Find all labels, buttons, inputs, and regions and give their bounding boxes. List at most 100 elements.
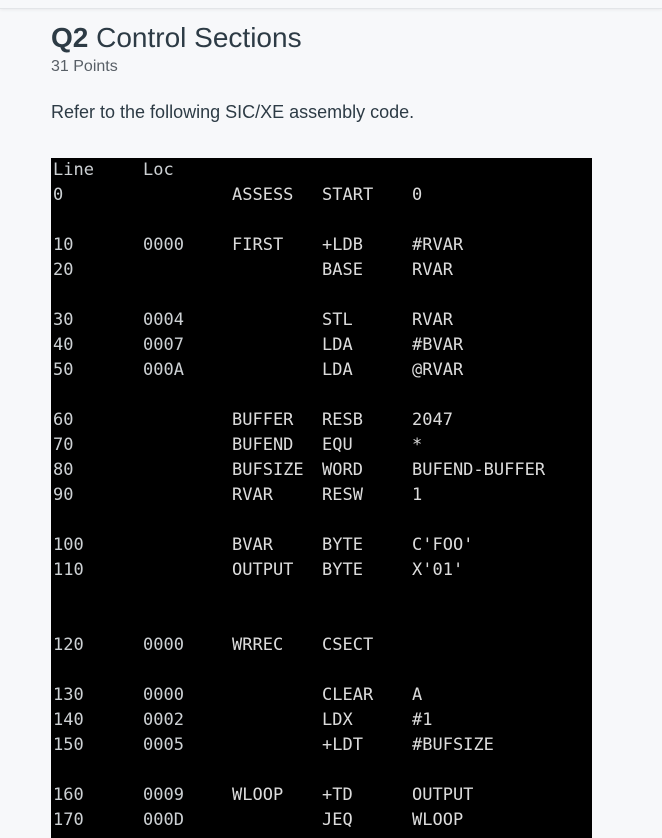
code-operand: BUFEND-BUFFER [412,460,546,480]
code-row: 30 0004 STL RVAR [51,308,592,332]
code-row: 170 000D JEQ WLOOP [51,808,592,832]
code-opcode: WORD [322,460,363,480]
code-line-number: 90 [53,485,74,505]
code-line-number: 10 [53,235,74,255]
code-row: 150 0005 +LDT #BUFSIZE [51,733,592,757]
code-line-number: 70 [53,435,74,455]
code-line-number: 80 [53,460,74,480]
code-loc: 0007 [143,335,184,355]
code-opcode: BASE [322,260,363,280]
loc-column-header: Loc [143,160,174,180]
code-opcode: JEQ [322,810,353,830]
code-loc: 0002 [143,710,184,730]
code-operand: OUTPUT [412,785,474,805]
code-line-number: 150 [53,735,84,755]
code-operand: 2047 [412,410,453,430]
code-header-row: Line Loc [51,158,592,182]
code-row: 0 ASSESS START 0 [51,183,592,207]
code-operand: 0 [412,185,423,205]
code-loc: 0004 [143,310,184,330]
code-label: BUFSIZE [232,460,304,480]
code-opcode: +TD [322,785,353,805]
question-number: Q2 [51,22,89,53]
code-line-number: 60 [53,410,74,430]
code-opcode: LDX [322,710,353,730]
question-title: Q2 Control Sections [51,21,302,55]
code-line-number: 20 [53,260,74,280]
code-operand: #RVAR [412,235,464,255]
code-opcode: EQU [322,435,353,455]
code-opcode: STL [322,310,353,330]
code-line-number: 140 [53,710,84,730]
code-opcode: CSECT [322,635,374,655]
code-line-number: 30 [53,310,74,330]
code-operand: #BVAR [412,335,464,355]
code-operand: C'FOO' [412,535,474,555]
code-operand: RVAR [412,310,453,330]
question-prompt: Refer to the following SIC/XE assembly c… [51,102,415,122]
code-line-number: 170 [53,810,84,830]
code-loc: 0000 [143,685,184,705]
code-row: 40 0007 LDA #BVAR [51,333,592,357]
code-opcode: +LDB [322,235,363,255]
code-label: BVAR [232,535,273,555]
code-line-number: 40 [53,335,74,355]
code-line-number: 120 [53,635,84,655]
code-opcode: RESB [322,410,363,430]
code-label: BUFEND [232,435,294,455]
code-row: 10 0000 FIRST +LDB #RVAR [51,233,592,257]
code-operand: * [412,435,423,455]
code-operand: @RVAR [412,360,464,380]
code-operand: 1 [412,485,423,505]
code-operand: A [412,685,423,705]
top-divider [0,0,662,9]
code-opcode: CLEAR [322,685,374,705]
code-loc: 0000 [143,635,184,655]
code-loc: 0005 [143,735,184,755]
code-line-number: 50 [53,360,74,380]
code-opcode: +LDT [322,735,363,755]
code-row: 100 BVAR BYTE C'FOO' [51,533,592,557]
code-loc: 000D [143,810,184,830]
code-operand: RVAR [412,260,453,280]
code-opcode: START [322,185,374,205]
code-row: 130 0000 CLEAR A [51,683,592,707]
code-listing: Line Loc 0 ASSESS START 0 10 0000 FIRST … [51,158,592,838]
question-title-text: Control Sections [96,22,302,53]
code-label: RVAR [232,485,273,505]
code-line-number: 100 [53,535,84,555]
code-row: 140 0002 LDX #1 [51,708,592,732]
code-line-number: 110 [53,560,84,580]
code-operand: #BUFSIZE [412,735,494,755]
code-row: 110 OUTPUT BYTE X'01' [51,558,592,582]
code-operand: #1 [412,710,433,730]
code-line-number: 0 [53,185,64,205]
code-operand: X'01' [412,560,464,580]
code-label: ASSESS [232,185,294,205]
code-row: 60 BUFFER RESB 2047 [51,408,592,432]
code-row: 90 RVAR RESW 1 [51,483,592,507]
code-label: WRREC [232,635,284,655]
code-row: 160 0009 WLOOP +TD OUTPUT [51,783,592,807]
code-line-number: 160 [53,785,84,805]
code-row: 120 0000 WRREC CSECT [51,633,592,657]
code-line-number: 130 [53,685,84,705]
code-row: 70 BUFEND EQU * [51,433,592,457]
code-label: WLOOP [232,785,284,805]
code-loc: 0000 [143,235,184,255]
code-row: 80 BUFSIZE WORD BUFEND-BUFFER [51,458,592,482]
code-opcode: LDA [322,335,353,355]
code-opcode: LDA [322,360,353,380]
code-label: BUFFER [232,410,294,430]
line-column-header: Line [53,160,94,180]
code-row: 20 BASE RVAR [51,258,592,282]
code-opcode: BYTE [322,560,363,580]
code-operand: WLOOP [412,810,464,830]
code-opcode: BYTE [322,535,363,555]
code-row: 50 000A LDA @RVAR [51,358,592,382]
question-points: 31 Points [51,58,118,75]
code-label: OUTPUT [232,560,294,580]
code-loc: 000A [143,360,184,380]
code-loc: 0009 [143,785,184,805]
code-label: FIRST [232,235,284,255]
